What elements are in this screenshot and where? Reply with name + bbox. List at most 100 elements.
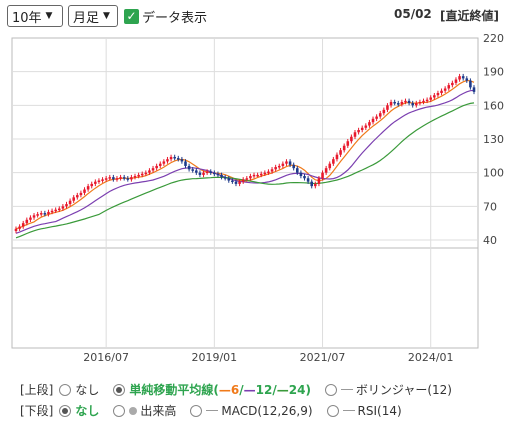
candle-body	[61, 206, 65, 209]
candle-body	[43, 213, 47, 215]
lower-none-option[interactable]: なし	[59, 402, 99, 419]
dot-icon	[129, 406, 138, 415]
candle-body	[429, 97, 433, 100]
candle-body	[314, 183, 317, 187]
lower-options-row: [下段] なし 出来高 MACD(12,26,9) RSI(14)	[20, 402, 416, 419]
option-label: MACD(12,26,9)	[221, 403, 313, 418]
y-tick-label: 220	[483, 32, 504, 45]
candle-body	[447, 85, 451, 89]
candle-body	[29, 217, 32, 220]
lower-rsi-option[interactable]: RSI(14)	[326, 404, 402, 418]
lower-macd-option[interactable]: MACD(12,26,9)	[190, 403, 313, 418]
candle-body	[227, 178, 231, 181]
candle-body	[274, 167, 277, 170]
candle-body	[407, 100, 411, 104]
candle-body	[411, 103, 414, 106]
ma6-label: 6	[230, 382, 240, 397]
candle-body	[209, 171, 213, 174]
ma24-dash: —	[276, 382, 289, 397]
candle-body	[375, 116, 378, 119]
candle-body	[335, 154, 339, 160]
candle-body	[205, 171, 209, 174]
option-label: 出来高	[140, 404, 177, 418]
candle-body	[39, 213, 43, 215]
candle-body	[292, 164, 295, 169]
candle-body	[371, 118, 375, 123]
candle-body	[234, 181, 238, 184]
candle-body	[32, 215, 36, 218]
candle-body	[198, 172, 202, 175]
candle-body	[317, 178, 321, 184]
candle-body	[360, 127, 364, 131]
candle-body	[151, 168, 155, 171]
candle-body	[187, 165, 191, 170]
candle-body	[458, 76, 461, 80]
line-icon	[340, 389, 353, 390]
candle-body	[259, 173, 263, 176]
candle-body	[277, 165, 281, 168]
candle-body	[72, 197, 75, 201]
candle-body	[451, 82, 454, 86]
y-tick-label: 100	[483, 167, 504, 180]
candle-body	[162, 161, 166, 164]
ma24-label: 24	[288, 382, 306, 397]
candle-body	[339, 150, 342, 155]
candle-body	[166, 159, 169, 162]
candle-body	[25, 219, 29, 224]
candle-body	[396, 103, 400, 105]
ma12-line	[15, 89, 475, 234]
candle-body	[281, 163, 285, 166]
candle-body	[115, 178, 119, 180]
y-tick-label: 40	[483, 234, 497, 247]
candle-body	[130, 177, 133, 180]
candle-body	[126, 178, 130, 180]
upper-sma-option[interactable]: 単純移動平均線( — 6 / — 12 / — 24 )	[113, 381, 311, 398]
upper-none-option[interactable]: なし	[59, 381, 99, 398]
radio-selected-icon	[113, 383, 126, 396]
candle-body	[90, 183, 94, 187]
candle-body	[328, 163, 332, 169]
candle-body	[195, 170, 198, 173]
candle-body	[324, 168, 328, 173]
candle-body	[469, 80, 472, 88]
candle-body	[270, 169, 274, 172]
candle-body	[342, 145, 346, 151]
candle-body	[191, 169, 194, 171]
candle-body	[57, 208, 61, 211]
candle-body	[122, 177, 126, 179]
option-label: 単純移動平均線(	[129, 383, 219, 397]
candle-body	[21, 223, 25, 227]
candle-body	[97, 180, 101, 183]
candle-body	[169, 156, 173, 160]
candle-body	[108, 177, 112, 179]
candle-body	[404, 100, 407, 103]
option-label: ボリンジャー(12)	[355, 383, 452, 397]
radio-selected-icon	[59, 404, 72, 417]
lower-volume-option[interactable]: 出来高	[113, 402, 176, 419]
candle-body	[350, 136, 353, 142]
candle-body	[382, 109, 386, 114]
candle-body	[83, 189, 86, 193]
candle-body	[389, 101, 393, 106]
lower-label: [下段]	[20, 404, 54, 418]
option-label: なし	[75, 383, 100, 397]
candle-body	[173, 156, 176, 159]
candle-body	[256, 174, 259, 177]
candle-body	[364, 125, 368, 128]
upper-bollinger-option[interactable]: ボリンジャー(12)	[324, 381, 452, 398]
line-icon	[206, 410, 219, 411]
ma12-label: 12	[255, 382, 273, 397]
candle-body	[288, 161, 292, 165]
candle-body	[202, 172, 205, 175]
candle-body	[50, 210, 54, 213]
candle-body	[213, 172, 216, 175]
candle-body	[86, 186, 90, 190]
candle-body	[465, 78, 469, 81]
candle-body	[104, 178, 108, 180]
candle-body	[353, 132, 357, 137]
candle-body	[155, 165, 158, 169]
ma12-dash: —	[243, 382, 256, 397]
candle-body	[18, 226, 21, 229]
candle-body	[310, 181, 314, 187]
ma6-dash: —	[218, 382, 231, 397]
